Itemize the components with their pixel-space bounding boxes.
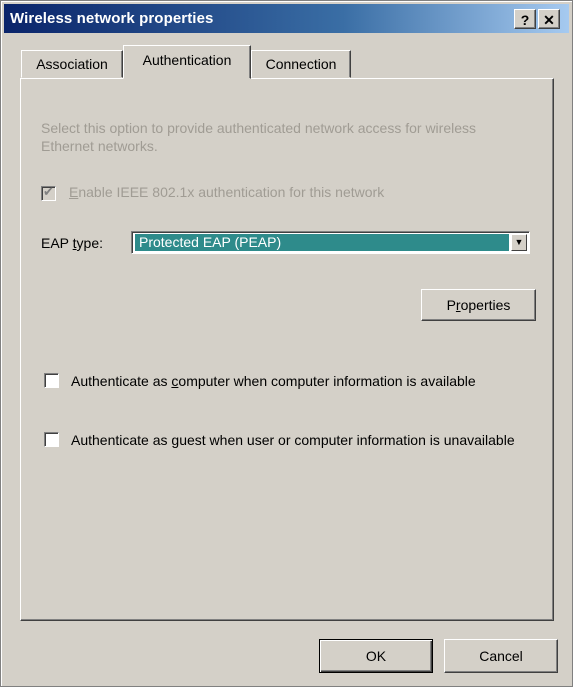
window-title: Wireless network properties — [10, 10, 214, 27]
checkmark-icon: ✔ — [43, 184, 54, 199]
description-text: Select this option to provide authentica… — [41, 120, 477, 154]
authenticate-guest-checkbox[interactable] — [44, 432, 59, 447]
authenticate-computer-checkbox[interactable] — [44, 373, 59, 388]
eap-type-value: Protected EAP (PEAP) — [135, 234, 509, 251]
tab-connection[interactable]: Connection — [251, 50, 351, 78]
tab-association[interactable]: Association — [21, 50, 123, 78]
eap-type-select[interactable]: Protected EAP (PEAP) ▼ — [131, 231, 530, 254]
dialog-window: Wireless network properties ? ✕ Associat… — [0, 0, 573, 687]
tab-authentication[interactable]: Authentication — [123, 45, 251, 79]
ok-button[interactable]: OK — [319, 639, 433, 673]
close-icon: ✕ — [543, 12, 555, 28]
dropdown-arrow-icon[interactable]: ▼ — [511, 234, 527, 251]
help-button[interactable]: ? — [514, 9, 536, 29]
authenticate-guest-label[interactable]: Authenticate as guest when user or compu… — [71, 431, 521, 449]
cancel-button[interactable]: Cancel — [444, 639, 558, 673]
close-button[interactable]: ✕ — [538, 9, 560, 29]
title-bar: Wireless network properties ? ✕ — [4, 4, 569, 33]
properties-button[interactable]: Properties — [421, 289, 536, 321]
enable-8021x-label: Enable IEEE 802.1x authentication for th… — [69, 184, 385, 200]
eap-type-label: EAP type: — [41, 235, 104, 251]
authentication-panel — [20, 78, 554, 621]
authenticate-computer-label[interactable]: Authenticate as computer when computer i… — [71, 372, 511, 390]
enable-8021x-checkbox[interactable]: ✔ — [41, 184, 56, 201]
